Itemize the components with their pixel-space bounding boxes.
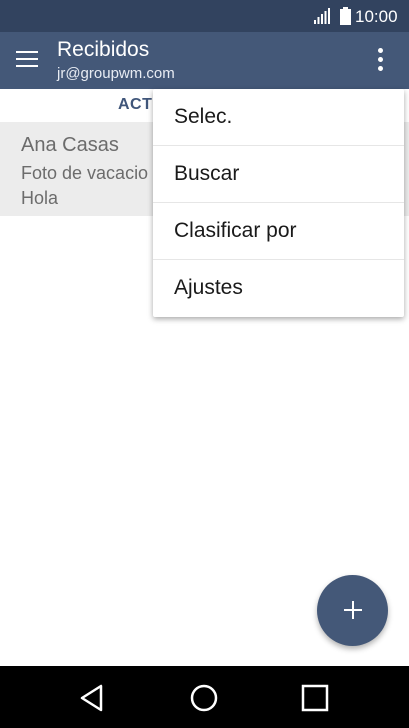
mail-preview: Hola: [21, 188, 59, 208]
overflow-menu: Selec. Buscar Clasificar por Ajustes: [153, 89, 404, 317]
tab-active[interactable]: ACT: [118, 96, 152, 114]
menu-item-search[interactable]: Buscar: [153, 146, 404, 203]
app-bar: Recibidos jr@groupwm.com: [0, 32, 409, 89]
signal-icon: [314, 8, 330, 24]
system-nav-bar: [0, 666, 409, 728]
back-triangle-icon[interactable]: [78, 683, 108, 713]
more-vertical-icon[interactable]: [370, 48, 390, 74]
hamburger-menu-icon[interactable]: [16, 51, 38, 69]
menu-item-settings[interactable]: Ajustes: [153, 260, 404, 317]
plus-icon-stroke: [352, 601, 354, 619]
account-email: jr@groupwm.com: [57, 65, 175, 82]
home-circle-icon[interactable]: [189, 683, 219, 713]
mail-sender: Ana Casas: [21, 134, 119, 156]
page-title: Recibidos: [57, 38, 150, 61]
mail-subject: Foto de vacacio: [21, 163, 149, 183]
compose-fab-button[interactable]: [317, 575, 388, 646]
menu-item-sort-by[interactable]: Clasificar por: [153, 203, 404, 260]
recent-apps-square-icon[interactable]: [300, 683, 330, 713]
battery-icon: [340, 7, 351, 25]
status-time: 10:00: [355, 7, 398, 26]
menu-item-select[interactable]: Selec.: [153, 89, 404, 146]
status-bar: 10:00: [0, 0, 409, 32]
